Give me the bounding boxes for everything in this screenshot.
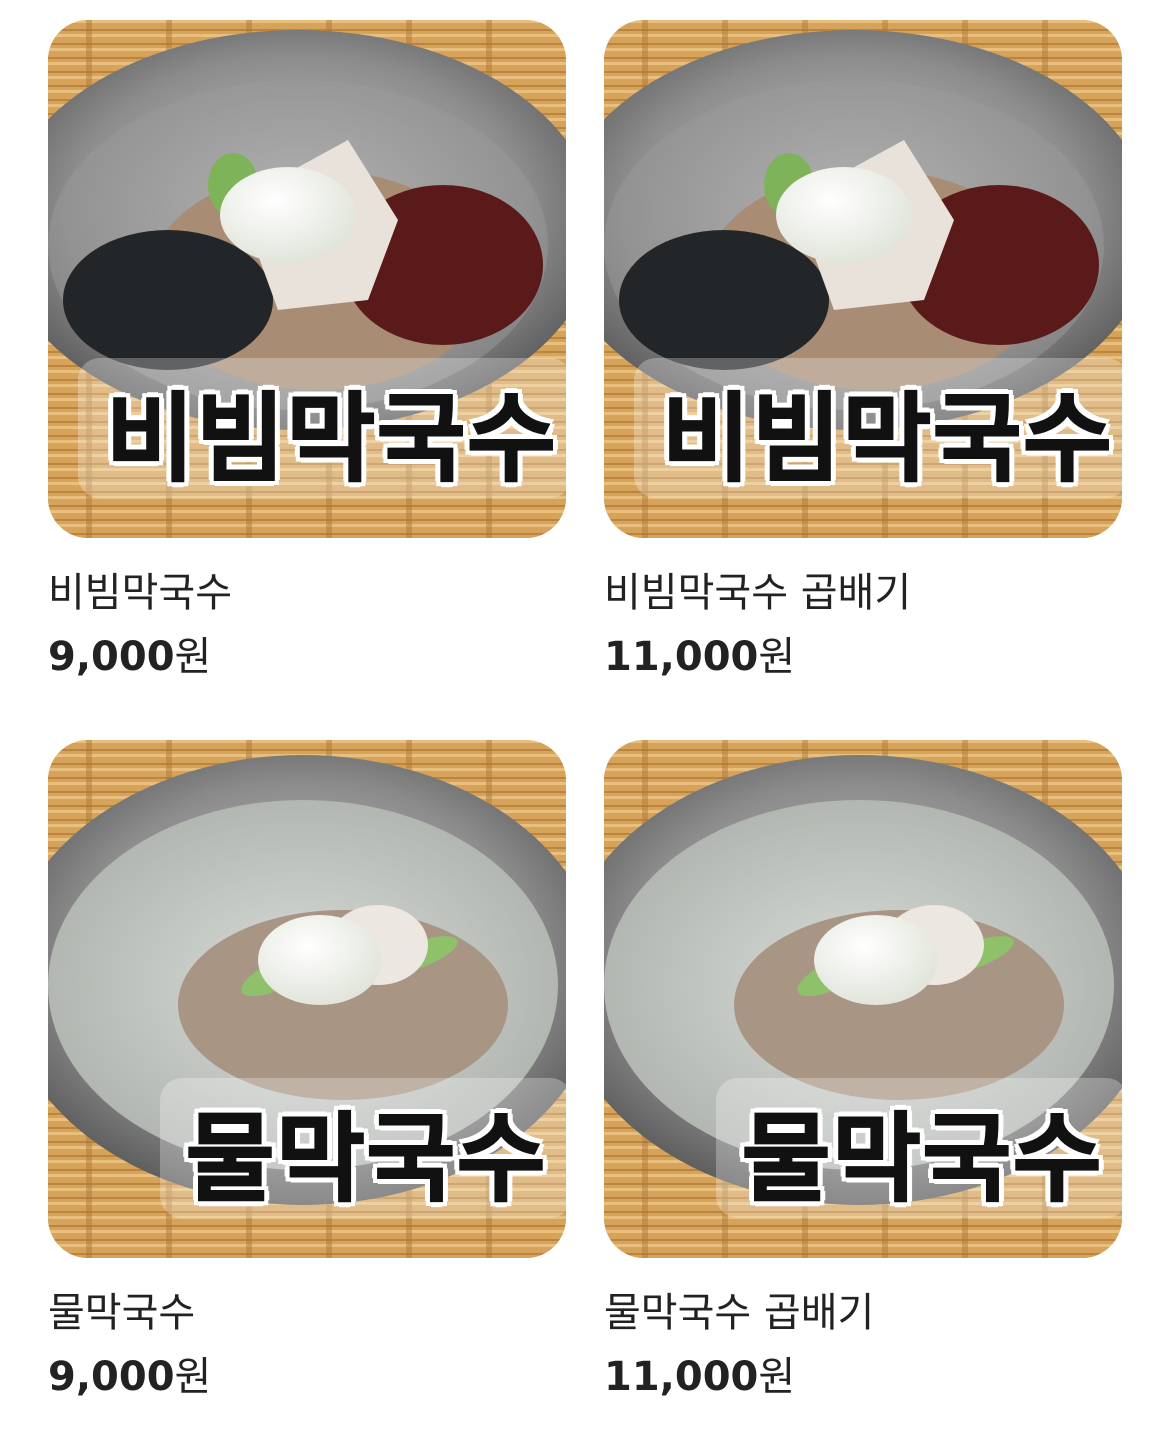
menu-item-card[interactable]: 비빔막국수 비빔막국수 곱배기 11,000원 — [604, 20, 1122, 694]
menu-item-price: 11,000원 — [604, 1354, 1122, 1400]
image-label-text: 비빔막국수 — [105, 381, 558, 496]
menu-grid: 비빔막국수 비빔막국수 9,000원 비빔막국수 비빔막국수 곱배기 11,00… — [48, 20, 1122, 1414]
price-amount: 11,000 — [604, 1354, 759, 1400]
menu-item-image: 비빔막국수 — [48, 20, 566, 538]
menu-item-card[interactable]: 비빔막국수 비빔막국수 9,000원 — [48, 20, 566, 694]
price-unit: 원 — [174, 634, 212, 680]
image-label-text: 물막국수 — [741, 1101, 1104, 1216]
menu-item-price: 9,000원 — [48, 634, 566, 680]
price-amount: 9,000 — [48, 1354, 175, 1400]
price-amount: 11,000 — [604, 634, 759, 680]
menu-item-name: 비빔막국수 — [48, 570, 232, 616]
menu-item-image: 물막국수 — [604, 740, 1122, 1258]
menu-item-image: 비빔막국수 — [604, 20, 1122, 538]
menu-item-price: 11,000원 — [604, 634, 1122, 680]
menu-item-image: 물막국수 — [48, 740, 566, 1258]
menu-item-price: 9,000원 — [48, 1354, 566, 1400]
image-label-text: 비빔막국수 — [661, 381, 1114, 496]
image-label-text: 물막국수 — [185, 1101, 548, 1216]
price-unit: 원 — [174, 1354, 212, 1400]
menu-item-card[interactable]: 물막국수 물막국수 9,000원 — [48, 740, 566, 1414]
price-amount: 9,000 — [48, 634, 175, 680]
price-unit: 원 — [758, 1354, 796, 1400]
menu-item-name: 물막국수 — [48, 1290, 196, 1336]
menu-item-card[interactable]: 물막국수 물막국수 곱배기 11,000원 — [604, 740, 1122, 1414]
menu-item-name: 비빔막국수 곱배기 — [604, 570, 912, 616]
price-unit: 원 — [758, 634, 796, 680]
menu-item-name: 물막국수 곱배기 — [604, 1290, 875, 1336]
